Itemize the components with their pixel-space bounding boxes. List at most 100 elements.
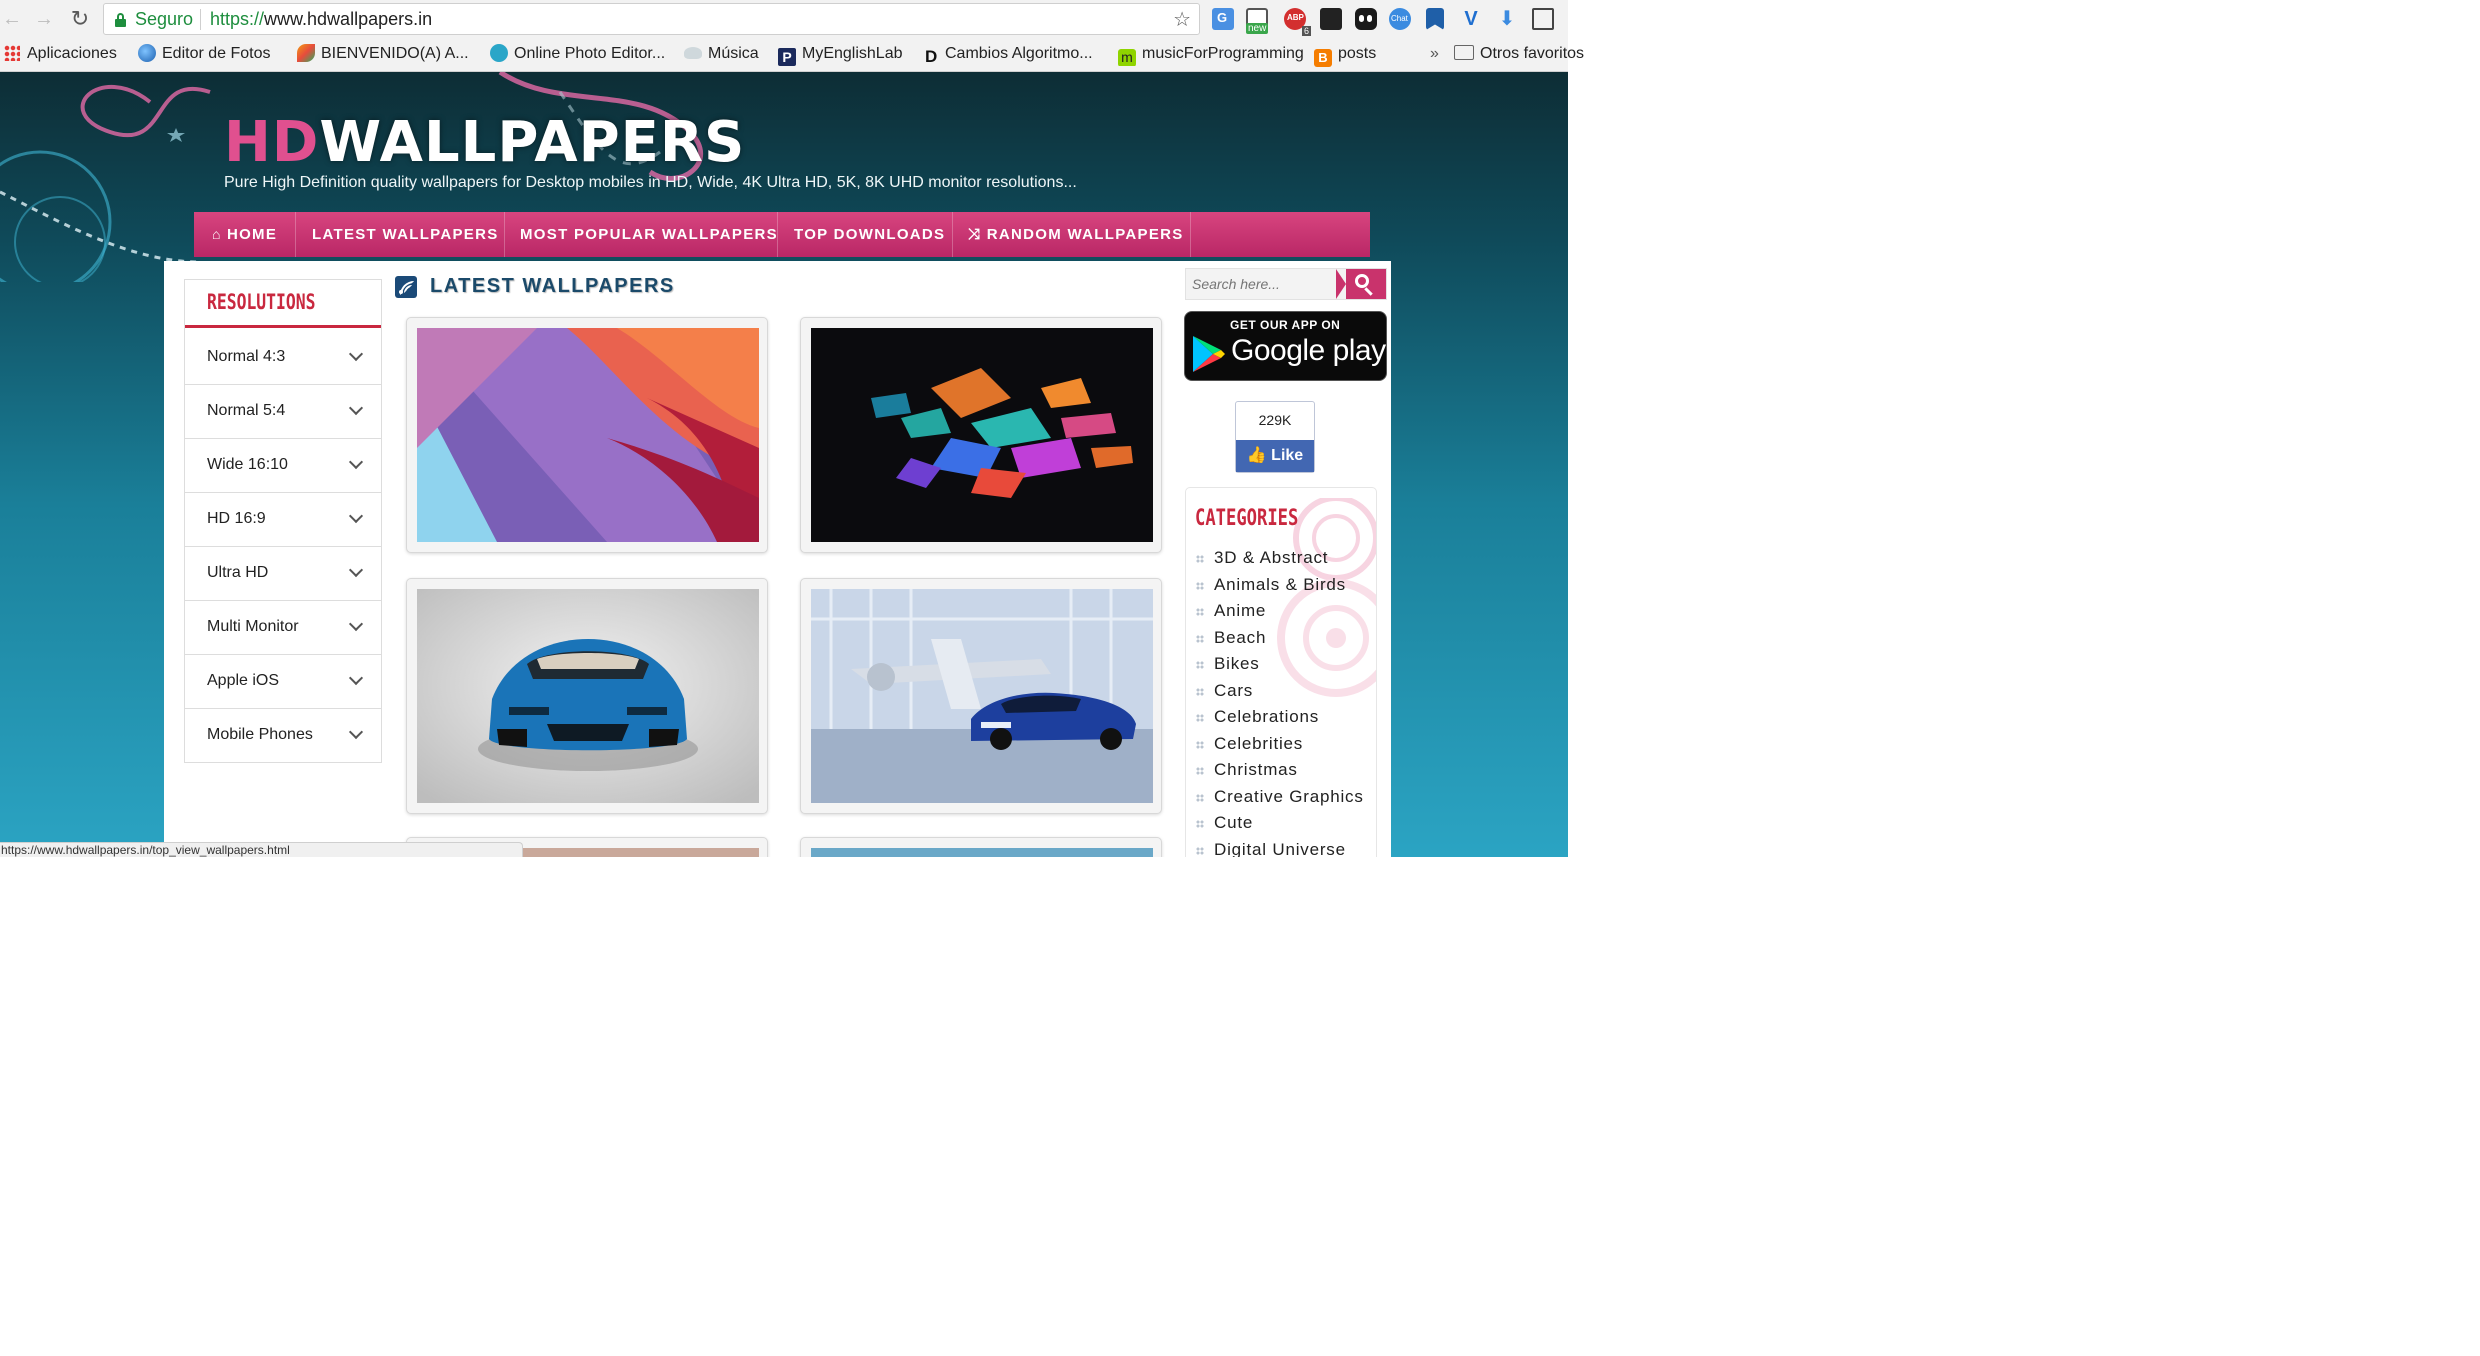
clapper-icon[interactable]: [1320, 8, 1342, 30]
rss-icon[interactable]: [395, 276, 417, 298]
wallpaper-thumbnail[interactable]: [800, 317, 1162, 553]
wallpaper-thumbnail[interactable]: [406, 578, 768, 814]
bullet-icon: [1196, 767, 1204, 775]
new-icon[interactable]: new: [1246, 8, 1269, 34]
category-link[interactable]: Celebrations: [1214, 707, 1319, 727]
bookmark-myenglishlab[interactable]: P MyEnglishLab: [778, 44, 903, 66]
bullet-icon: [1196, 661, 1204, 669]
bullet-icon: [1196, 820, 1204, 828]
chevron-down-icon: [348, 346, 364, 362]
download-icon[interactable]: ⬇: [1496, 8, 1518, 30]
search-input[interactable]: [1186, 269, 1336, 299]
chevron-down-icon: [348, 562, 364, 578]
url-text[interactable]: https://www.hdwallpapers.in: [210, 9, 432, 30]
screen-icon[interactable]: [1532, 8, 1554, 30]
category-link[interactable]: Cute: [1214, 813, 1253, 833]
category-link[interactable]: Cars: [1214, 681, 1253, 701]
resolution-item[interactable]: Normal 5:4: [185, 385, 381, 439]
resolution-item[interactable]: Wide 16:10: [185, 439, 381, 493]
bookmark-bienvenido[interactable]: BIENVENIDO(A) A...: [297, 44, 469, 66]
wallpaper-thumbnail[interactable]: [800, 837, 1162, 857]
bookmark-posts[interactable]: Bposts: [1314, 44, 1376, 67]
category-link[interactable]: Christmas: [1214, 760, 1298, 780]
resolution-item[interactable]: Ultra HD: [185, 547, 381, 601]
like-button[interactable]: 👍 Like: [1236, 440, 1314, 472]
nav-random-wallpapers[interactable]: ⤨ RANDOM WALLPAPERS: [968, 212, 1184, 257]
forward-icon[interactable]: →: [32, 7, 56, 31]
nav-home[interactable]: ⌂ HOME: [212, 212, 277, 257]
bookmark-apps[interactable]: Aplicaciones: [4, 44, 117, 66]
translate-icon[interactable]: G: [1212, 8, 1234, 30]
resolution-item[interactable]: HD 16:9: [185, 493, 381, 547]
p-icon: P: [778, 48, 796, 66]
bullet-icon: [1196, 608, 1204, 616]
site-logo[interactable]: HDWALLPAPERS: [224, 110, 745, 175]
bookmark-musica[interactable]: Música: [684, 44, 759, 66]
bookmarks-overflow[interactable]: »: [1430, 44, 1439, 66]
bullet-icon: [1196, 847, 1204, 855]
chat-icon[interactable]: Chat: [1389, 8, 1411, 30]
chevron-down-icon: [348, 454, 364, 470]
category-link[interactable]: 3D & Abstract: [1214, 548, 1328, 568]
search-icon: [1355, 274, 1369, 288]
apps-grid-icon: [4, 45, 20, 61]
category-link[interactable]: Beach: [1214, 628, 1266, 648]
back-icon[interactable]: ←: [0, 7, 24, 31]
swirl-icon: [490, 44, 508, 62]
star-icon[interactable]: ☆: [1173, 7, 1191, 32]
nav-latest-wallpapers[interactable]: LATEST WALLPAPERS: [312, 212, 499, 257]
resolution-item[interactable]: Normal 4:3: [185, 331, 381, 385]
category-link[interactable]: Animals & Birds: [1214, 575, 1346, 595]
secure-label: Seguro: [135, 9, 194, 29]
bullet-icon: [1196, 555, 1204, 563]
chevron-down-icon: [348, 670, 364, 686]
category-link[interactable]: Anime: [1214, 601, 1266, 621]
search-button[interactable]: [1336, 269, 1386, 299]
site-tagline: Pure High Definition quality wallpapers …: [224, 174, 1077, 191]
eyes-icon[interactable]: [1355, 8, 1377, 30]
nav-most-popular-wallpapers[interactable]: MOST POPULAR WALLPAPERS: [520, 212, 778, 257]
bookmark-cambios-algoritmo[interactable]: D Cambios Algoritmo...: [925, 44, 1093, 66]
category-link[interactable]: Digital Universe: [1214, 840, 1346, 857]
wallpaper-thumbnail[interactable]: [406, 317, 768, 553]
leaf-icon: [297, 44, 315, 62]
bookmarks-bar: Aplicaciones Editor de Fotos BIENVENIDO(…: [0, 38, 1584, 72]
blogger-icon: B: [1314, 49, 1332, 67]
bullet-icon: [1196, 635, 1204, 643]
categories-title: CATEGORIES: [1195, 506, 1299, 531]
nav-top-downloads[interactable]: TOP DOWNLOADS: [794, 212, 945, 257]
chevron-down-icon: [348, 400, 364, 416]
chevron-down-icon: [348, 724, 364, 740]
category-link[interactable]: Bikes: [1214, 654, 1260, 674]
adblock-icon[interactable]: ABP 6: [1284, 8, 1311, 36]
play-store-icon: [1193, 336, 1225, 372]
wallpaper-thumbnail[interactable]: [800, 578, 1162, 814]
bookmark-online-photo-editor[interactable]: Online Photo Editor...: [490, 44, 665, 66]
thumbs-up-icon: 👍: [1246, 447, 1272, 464]
abstract-paper-wallpaper: [417, 328, 759, 542]
resolution-item[interactable]: Multi Monitor: [185, 601, 381, 655]
reload-icon[interactable]: ↻: [68, 7, 92, 31]
resolution-item[interactable]: Mobile Phones: [185, 709, 381, 763]
bookmark-editor-de-fotos[interactable]: Editor de Fotos: [138, 44, 271, 66]
globe-icon: [138, 44, 156, 62]
latest-wallpapers-title: LATEST WALLPAPERS: [430, 275, 675, 297]
d-icon: D: [925, 47, 938, 66]
bullet-icon: [1196, 582, 1204, 590]
bullet-icon: [1196, 688, 1204, 696]
bookmark-otros-favoritos[interactable]: Otros favoritos: [1454, 44, 1584, 66]
bookmark-icon[interactable]: [1426, 8, 1444, 30]
category-link[interactable]: Creative Graphics: [1214, 787, 1364, 807]
address-bar[interactable]: Seguro https://www.hdwallpapers.in ☆: [103, 3, 1200, 35]
category-link[interactable]: Celebrities: [1214, 734, 1303, 754]
vector-icon[interactable]: V: [1460, 8, 1482, 30]
bookmark-musicforprogramming[interactable]: m musicForProgramming: [1118, 44, 1305, 66]
google-play-badge[interactable]: GET OUR APP ON Google play: [1184, 311, 1387, 381]
lock-icon: [115, 13, 126, 27]
search-box: [1185, 268, 1387, 300]
resolutions-panel: RESOLUTIONS Normal 4:3 Normal 5:4 Wide 1…: [184, 279, 382, 763]
bentley-hangar-wallpaper: [811, 589, 1153, 803]
bullet-icon: [1196, 741, 1204, 749]
resolution-item[interactable]: Apple iOS: [185, 655, 381, 709]
status-bar-url: https://www.hdwallpapers.in/top_view_wal…: [0, 842, 523, 857]
